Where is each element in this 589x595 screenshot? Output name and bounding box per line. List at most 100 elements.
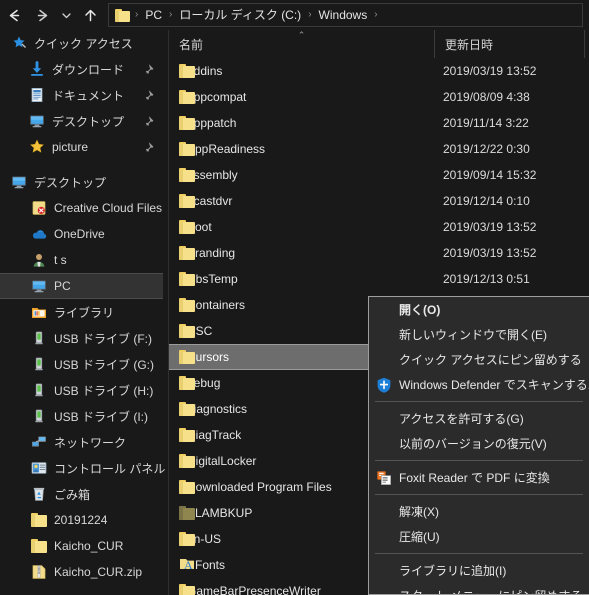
desktop-icon bbox=[28, 113, 45, 129]
context-menu-item-アクセスを許可する-g-[interactable]: アクセスを許可する(G) bbox=[369, 406, 589, 431]
breadcrumb-item-windows[interactable]: Windows bbox=[316, 4, 371, 26]
context-menu-separator bbox=[375, 494, 583, 495]
sidebar-item-コントロール-パネル[interactable]: コントロール パネル bbox=[0, 455, 168, 481]
column-header-date[interactable]: 更新日時 bbox=[435, 30, 585, 58]
sidebar-item-ごみ箱[interactable]: ごみ箱 bbox=[0, 481, 168, 507]
file-row[interactable]: apppatch 2019/11/14 3:22 bbox=[169, 110, 589, 136]
sidebar-item-ネットワーク[interactable]: ネットワーク bbox=[0, 429, 168, 455]
folder-icon bbox=[179, 116, 195, 130]
file-date-cell: 2019/09/14 15:32 bbox=[443, 168, 537, 182]
sidebar-item-20191224[interactable]: 20191224 bbox=[0, 507, 168, 533]
context-menu-item-ライブラリに追加-i-[interactable]: ライブラリに追加(I) bbox=[369, 558, 589, 583]
zip-icon bbox=[30, 564, 47, 580]
context-menu-item-新しいウィンドウで開く-e-[interactable]: 新しいウィンドウで開く(E) bbox=[369, 322, 589, 347]
file-row[interactable]: addins 2019/03/19 13:52 bbox=[169, 58, 589, 84]
context-menu-item-圧縮-u-[interactable]: 圧縮(U) bbox=[369, 524, 589, 549]
sidebar-item-usb-ドライブ-g-[interactable]: USB ドライブ (G:) bbox=[0, 351, 168, 377]
context-menu-item-開く-o-[interactable]: 開く(O) bbox=[369, 297, 589, 322]
file-name-cell: Boot bbox=[169, 220, 435, 234]
breadcrumb[interactable]: › PC › ローカル ディスク (C:) › Windows › bbox=[108, 3, 583, 27]
file-row[interactable]: AppReadiness 2019/12/22 0:30 bbox=[169, 136, 589, 162]
folder-icon bbox=[179, 532, 195, 546]
recent-locations-chevron-down-icon[interactable] bbox=[56, 1, 76, 29]
sidebar-item-label: 20191224 bbox=[54, 513, 108, 527]
sidebar-item-デスクトップ[interactable]: デスクトップ bbox=[0, 108, 168, 134]
sidebar-group-desktop[interactable]: デスクトップ bbox=[0, 169, 168, 195]
pc-icon bbox=[30, 278, 47, 294]
file-name-cell: apppatch bbox=[169, 116, 435, 130]
context-menu-item-label: Foxit Reader で PDF に変換 bbox=[399, 471, 550, 485]
column-header-name-label: 名前 bbox=[179, 37, 204, 52]
breadcrumb-separator[interactable]: › bbox=[370, 4, 381, 26]
file-row[interactable]: CbsTemp 2019/12/13 0:51 bbox=[169, 266, 589, 292]
context-menu-item-クイック-アクセスにピン留めする[interactable]: クイック アクセスにピン留めする bbox=[369, 347, 589, 372]
navigation-pane[interactable]: クイック アクセス ダウンロード ドキュメント デスクトップ picture デスクトップ… bbox=[0, 30, 168, 595]
sidebar-item-ドキュメント[interactable]: ドキュメント bbox=[0, 82, 168, 108]
folder-icon bbox=[179, 90, 195, 104]
folder-icon bbox=[179, 64, 195, 78]
file-row[interactable]: Branding 2019/03/19 13:52 bbox=[169, 240, 589, 266]
sidebar-item-t-s[interactable]: t s bbox=[0, 247, 168, 273]
sidebar-item-label: OneDrive bbox=[54, 227, 105, 241]
forward-icon[interactable] bbox=[28, 1, 56, 29]
breadcrumb-item-pc[interactable]: PC bbox=[142, 4, 165, 26]
star-pin-icon bbox=[10, 35, 27, 51]
sidebar-item-kaicho_cur-zip[interactable]: Kaicho_CUR.zip bbox=[0, 559, 168, 585]
file-date-cell: 2019/12/22 0:30 bbox=[443, 142, 530, 156]
breadcrumb-item-local-disk[interactable]: ローカル ディスク (C:) bbox=[176, 4, 304, 26]
sidebar-group-label: クイック アクセス bbox=[34, 36, 133, 51]
sidebar-item-label: デスクトップ bbox=[52, 114, 125, 129]
folder-icon bbox=[179, 168, 195, 182]
up-icon[interactable] bbox=[76, 1, 104, 29]
sidebar-item-onedrive[interactable]: OneDrive bbox=[0, 221, 168, 247]
file-date-cell: 2019/11/14 3:22 bbox=[443, 116, 529, 130]
sidebar-item-ダウンロード[interactable]: ダウンロード bbox=[0, 56, 168, 82]
file-date-cell: 2019/12/13 0:51 bbox=[443, 272, 530, 286]
sidebar-group-quick-access[interactable]: クイック アクセス bbox=[0, 30, 168, 56]
download-icon bbox=[28, 61, 45, 77]
context-menu-item-解凍-x-[interactable]: 解凍(X) bbox=[369, 499, 589, 524]
sidebar-item-creative-cloud-files[interactable]: Creative Cloud Files bbox=[0, 195, 168, 221]
folder-icon bbox=[179, 428, 195, 442]
file-row[interactable]: assembly 2019/09/14 15:32 bbox=[169, 162, 589, 188]
file-row[interactable]: appcompat 2019/08/09 4:38 bbox=[169, 84, 589, 110]
sidebar-item-label: ライブラリ bbox=[54, 305, 115, 320]
context-menu-item-以前のバージョンの復元-v-[interactable]: 以前のバージョンの復元(V) bbox=[369, 431, 589, 456]
sidebar-item-usb-ドライブ-i-[interactable]: USB ドライブ (I:) bbox=[0, 403, 168, 429]
sidebar-item-kaicho_cur[interactable]: Kaicho_CUR bbox=[0, 533, 168, 559]
sidebar-item-label: Creative Cloud Files bbox=[54, 201, 163, 215]
context-menu-item-スタート-メニューにピン留めする[interactable]: スタート メニューにピン留めする bbox=[369, 583, 589, 594]
windows-defender-icon bbox=[375, 376, 393, 394]
context-menu-item-windows-defender-でスキャンする-[interactable]: Windows Defender でスキャンする... bbox=[369, 372, 589, 397]
column-header-name[interactable]: ⌃ 名前 bbox=[169, 30, 435, 58]
creative-cloud-icon bbox=[30, 200, 47, 216]
library-icon bbox=[30, 304, 47, 320]
file-row[interactable]: bcastdvr 2019/12/14 0:10 bbox=[169, 188, 589, 214]
folder-icon bbox=[179, 376, 195, 390]
folder-icon bbox=[179, 584, 195, 595]
onedrive-icon bbox=[30, 226, 47, 242]
sidebar-item-ライブラリ[interactable]: ライブラリ bbox=[0, 299, 168, 325]
breadcrumb-separator: › bbox=[135, 9, 139, 20]
user-icon bbox=[30, 252, 47, 268]
file-date-cell: 2019/12/14 0:10 bbox=[443, 194, 530, 208]
star-icon bbox=[28, 139, 45, 155]
file-row[interactable]: Boot 2019/03/19 13:52 bbox=[169, 214, 589, 240]
context-menu-item-foxit-reader-で-pdf-に変換[interactable]: Foxit Reader で PDF に変換 bbox=[369, 465, 589, 490]
usb-drive-icon bbox=[30, 408, 47, 424]
usb-drive-icon bbox=[30, 330, 47, 346]
folder-icon bbox=[179, 298, 195, 312]
file-name-cell: bcastdvr bbox=[169, 194, 435, 208]
column-headers: ⌃ 名前 更新日時 bbox=[169, 30, 589, 58]
file-name-cell: appcompat bbox=[169, 90, 435, 104]
context-menu[interactable]: 開く(O) 新しいウィンドウで開く(E) クイック アクセスにピン留めする Windo… bbox=[368, 296, 589, 595]
context-menu-item-label: 圧縮(U) bbox=[399, 530, 440, 544]
sidebar-item-usb-ドライブ-f-[interactable]: USB ドライブ (F:) bbox=[0, 325, 168, 351]
folder-icon-hidden bbox=[179, 506, 195, 520]
context-menu-item-label: 解凍(X) bbox=[399, 505, 439, 519]
breadcrumb-separator: › bbox=[308, 9, 312, 20]
sidebar-item-usb-ドライブ-h-[interactable]: USB ドライブ (H:) bbox=[0, 377, 168, 403]
sidebar-item-pc[interactable]: PC bbox=[0, 273, 163, 299]
sidebar-item-picture[interactable]: picture bbox=[0, 134, 168, 160]
back-icon[interactable] bbox=[0, 1, 28, 29]
